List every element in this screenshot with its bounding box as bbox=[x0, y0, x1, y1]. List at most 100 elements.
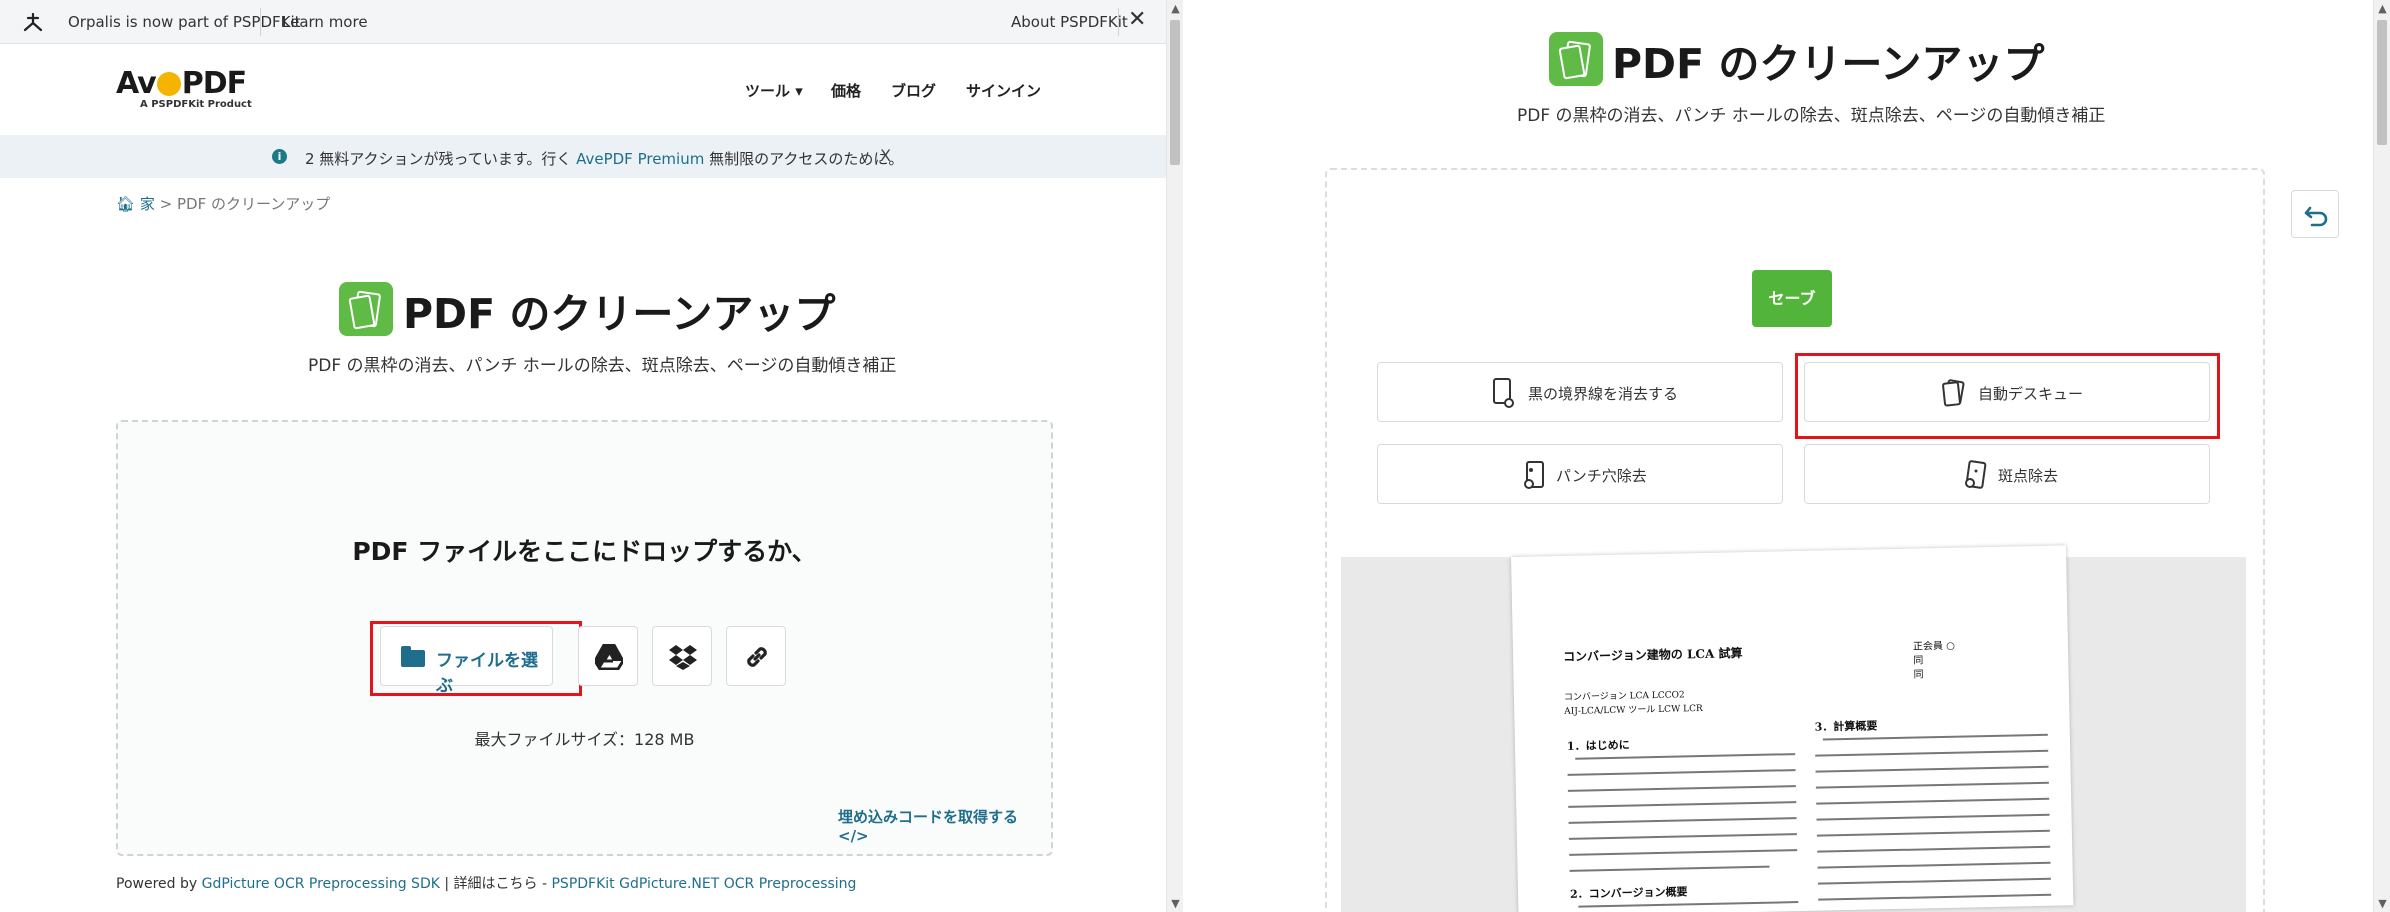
text-line bbox=[1815, 749, 2049, 757]
right-scrollbar[interactable]: ▲ ▼ bbox=[2373, 0, 2390, 912]
despeckle-icon bbox=[1965, 460, 1987, 489]
nav-signin[interactable]: サインイン bbox=[966, 80, 1041, 101]
nav-blog[interactable]: ブログ bbox=[891, 80, 936, 101]
despeckle-label: 斑点除去 bbox=[1998, 467, 2059, 485]
info-icon: i bbox=[272, 149, 287, 164]
text-line bbox=[1567, 785, 1796, 792]
text-line bbox=[1822, 733, 2048, 741]
notice-text: 2 無料アクションが残っています。行く AvePDF Premium 無制限のア… bbox=[305, 148, 903, 169]
right-browser-pane: PDF のクリーンアップ PDF の黒枠の消去、パンチ ホールの除去、斑点除去、… bbox=[1215, 0, 2390, 912]
text-line bbox=[1816, 829, 2050, 837]
scroll-thumb[interactable] bbox=[2377, 20, 2387, 145]
undo-button[interactable] bbox=[2291, 190, 2339, 238]
text-line bbox=[1578, 901, 1799, 908]
text-line bbox=[1817, 845, 2051, 853]
sdk-link[interactable]: GdPicture OCR Preprocessing SDK bbox=[202, 876, 440, 892]
max-file-size: 最大ファイルサイズ：128 MB bbox=[474, 730, 695, 749]
page-title: PDF のクリーンアップ bbox=[403, 290, 836, 338]
link-icon bbox=[727, 627, 787, 687]
scroll-thumb[interactable] bbox=[1170, 20, 1180, 165]
page-subtitle: PDF の黒枠の消去、パンチ ホールの除去、斑点除去、ページの自動傾き補正 bbox=[1517, 106, 2106, 126]
divider bbox=[260, 8, 261, 36]
left-scrollbar[interactable]: ▲ ▼ bbox=[1166, 0, 1183, 912]
premium-link[interactable]: AvePDF Premium bbox=[576, 150, 704, 168]
remove-black-border-label: 黒の境界線を消去する bbox=[1528, 385, 1679, 403]
undo-icon bbox=[2304, 206, 2328, 227]
cleanup-tool-icon bbox=[1549, 32, 1603, 86]
breadcrumb-separator: > bbox=[159, 195, 173, 213]
text-line bbox=[1816, 797, 2050, 805]
text-line bbox=[1568, 833, 1797, 840]
google-drive-button[interactable] bbox=[578, 626, 638, 686]
file-dropzone[interactable]: PDF ファイルをここにドロップするか、 ファイルを選ぶ 最大ファイルサイズ：1… bbox=[116, 420, 1053, 856]
document-heading: コンバージョン建物の LCA 試算 bbox=[1562, 646, 1743, 664]
text-line bbox=[1569, 865, 1770, 872]
notice-text-before: 2 無料アクションが残っています。行く bbox=[305, 150, 577, 168]
google-drive-icon bbox=[579, 627, 639, 687]
highlight-box bbox=[1795, 353, 2220, 439]
highlight-box bbox=[370, 621, 582, 696]
cleanup-tool-icon bbox=[339, 282, 393, 336]
breadcrumb-home[interactable]: 🏠︎ 家 bbox=[116, 195, 155, 213]
breadcrumb-home-label: 家 bbox=[139, 195, 155, 213]
divider bbox=[1118, 8, 1119, 36]
text-line bbox=[1569, 849, 1798, 856]
text-line bbox=[1815, 765, 2049, 773]
despeckle-option[interactable]: 斑点除去 bbox=[1804, 444, 2210, 504]
url-link-button[interactable] bbox=[726, 626, 786, 686]
logo-circle-icon bbox=[156, 72, 181, 96]
document-page: コンバージョン建物の LCA 試算 正会員 ○ 同 同 コンバージョン LCA … bbox=[1511, 545, 2074, 912]
powered-by-footer: Powered by GdPicture OCR Preprocessing S… bbox=[116, 873, 856, 893]
logo-text-pdf: PDF bbox=[181, 66, 247, 101]
text-line bbox=[1816, 813, 2050, 821]
save-button[interactable]: セーブ bbox=[1752, 270, 1832, 327]
border-erase-icon bbox=[1493, 378, 1514, 408]
punch-hole-icon bbox=[1524, 461, 1544, 489]
pane-gap bbox=[1183, 0, 1215, 912]
page-title: PDF のクリーンアップ bbox=[1612, 40, 2045, 88]
close-icon[interactable]: ✕ bbox=[1128, 7, 1146, 32]
document-preview: コンバージョン建物の LCA 試算 正会員 ○ 同 同 コンバージョン LCA … bbox=[1341, 545, 2246, 912]
pspdfkit-logo-icon bbox=[23, 12, 43, 32]
dropbox-icon bbox=[653, 627, 713, 687]
about-pspdfkit-link[interactable]: About PSPDFKit bbox=[1011, 13, 1128, 31]
notice-close-button[interactable]: X bbox=[880, 146, 891, 165]
logo-text-av: Av bbox=[116, 66, 157, 101]
text-line bbox=[1568, 801, 1797, 808]
home-icon: 🏠︎ bbox=[116, 195, 136, 213]
gdpicture-net-link[interactable]: PSPDFKit GdPicture.NET OCR Preprocessing bbox=[551, 876, 856, 892]
section-intro-heading: 1．はじめに bbox=[1566, 738, 1630, 753]
powered-by-label: Powered by bbox=[116, 876, 202, 892]
remove-black-border-option[interactable]: 黒の境界線を消去する bbox=[1377, 362, 1783, 422]
dropbox-button[interactable] bbox=[652, 626, 712, 686]
notice-text-after: 無制限のアクセスのために。 bbox=[704, 150, 904, 168]
section-overview-heading: 2．コンバージョン概要 bbox=[1569, 885, 1688, 901]
text-line bbox=[1817, 877, 2051, 885]
nav-tools-menu[interactable]: ツール ▾ bbox=[745, 80, 803, 101]
embed-code-link[interactable]: 埋め込みコードを取得する </> bbox=[838, 806, 1051, 845]
avepdf-logo[interactable]: Av PDF A PSPDFKit Product bbox=[116, 66, 252, 110]
details-label: | 詳細はこちら - bbox=[439, 876, 552, 892]
scroll-up-arrow-icon[interactable]: ▲ bbox=[1167, 0, 1183, 17]
logo-tagline: A PSPDFKit Product bbox=[140, 99, 252, 110]
scroll-down-arrow-icon[interactable]: ▼ bbox=[1167, 895, 1183, 912]
text-line bbox=[1575, 753, 1796, 760]
document-meta: 正会員 ○ 同 同 bbox=[1912, 640, 1955, 681]
drop-instructions: PDF ファイルをここにドロップするか、 bbox=[352, 537, 817, 566]
scroll-up-arrow-icon[interactable]: ▲ bbox=[2374, 0, 2390, 17]
text-line bbox=[1567, 769, 1796, 776]
breadcrumb-current: PDF のクリーンアップ bbox=[176, 195, 331, 213]
nav-pricing[interactable]: 価格 bbox=[831, 80, 861, 101]
page-subtitle: PDF の黒枠の消去、パンチ ホールの除去、斑点除去、ページの自動傾き補正 bbox=[308, 356, 897, 376]
punch-hole-removal-option[interactable]: パンチ穴除去 bbox=[1377, 444, 1783, 504]
free-actions-notice: i 2 無料アクションが残っています。行く AvePDF Premium 無制限… bbox=[0, 135, 1166, 178]
announcement-bar: Orpalis is now part of PSPDFKit Learn mo… bbox=[0, 0, 1166, 44]
text-line bbox=[1818, 893, 2052, 901]
document-note: コンバージョン LCA LCCO2 AIJ-LCA/LCW ツール LCW LC… bbox=[1563, 690, 1703, 717]
breadcrumb: 🏠︎ 家 > PDF のクリーンアップ bbox=[116, 193, 330, 214]
text-line bbox=[1817, 861, 2051, 869]
left-browser-pane: Orpalis is now part of PSPDFKit Learn mo… bbox=[0, 0, 1183, 912]
learn-more-link[interactable]: Learn more bbox=[282, 13, 368, 31]
text-line bbox=[1815, 781, 2049, 789]
scroll-down-arrow-icon[interactable]: ▼ bbox=[2374, 895, 2390, 912]
